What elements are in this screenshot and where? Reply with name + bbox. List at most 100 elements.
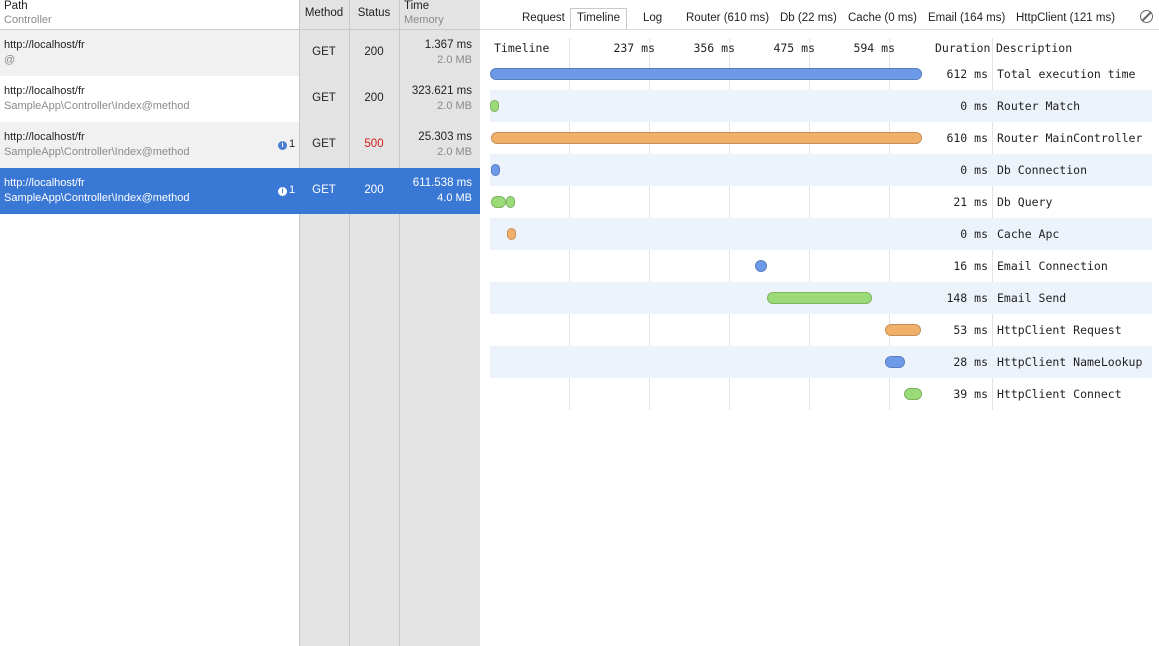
timeline-tick-label: 475 ms xyxy=(773,41,815,55)
timeline-bar xyxy=(490,164,500,176)
info-icon: i xyxy=(278,141,287,150)
timeline-tick-label: 356 ms xyxy=(693,41,735,55)
timeline-duration: 0 ms xyxy=(960,99,988,113)
log-count: 1 xyxy=(289,138,296,150)
timeline-description: Db Query xyxy=(997,195,1053,209)
request-controller: @ xyxy=(4,54,16,66)
timeline-row: 612 ms Total execution time xyxy=(490,58,1152,90)
request-row-selected[interactable]: http://localhost/fr SampleApp\Controller… xyxy=(0,168,480,214)
request-method: GET xyxy=(312,92,336,104)
timeline-tick-label: 594 ms xyxy=(853,41,895,55)
tabs-divider xyxy=(480,29,1159,30)
timeline-description: Email Connection xyxy=(997,259,1108,273)
tab-httpclient[interactable]: HttpClient (121 ms) xyxy=(1016,9,1115,30)
request-url: http://localhost/fr xyxy=(4,177,85,189)
request-controller: SampleApp\Controller\Index@method xyxy=(4,146,190,158)
method-column-header[interactable]: Method xyxy=(299,0,349,30)
request-controller: SampleApp\Controller\Index@method xyxy=(4,192,190,204)
timeline-row: 0 ms Cache Apc xyxy=(490,218,1152,250)
timeline-description: Total execution time xyxy=(997,67,1136,81)
info-icon: i xyxy=(278,187,287,196)
tab-db[interactable]: Db (22 ms) xyxy=(780,9,837,30)
timeline-header: Timeline 237 ms 356 ms 475 ms 594 ms Dur… xyxy=(490,38,1152,58)
tab-router[interactable]: Router (610 ms) xyxy=(686,9,769,30)
request-time: 1.367 ms xyxy=(424,39,472,51)
time-column-header[interactable]: Time Memory xyxy=(404,0,480,30)
timeline-duration: 612 ms xyxy=(946,67,988,81)
log-count: 1 xyxy=(289,184,296,196)
request-memory: 2.0 MB xyxy=(437,100,472,112)
request-row[interactable]: http://localhost/fr SampleApp\Controller… xyxy=(0,122,480,168)
timeline-bar xyxy=(490,132,922,144)
timeline-duration: 53 ms xyxy=(953,323,988,337)
timeline-description: HttpClient NameLookup xyxy=(997,355,1143,369)
tab-request[interactable]: Request xyxy=(522,9,565,30)
timeline-row: 39 ms HttpClient Connect xyxy=(490,378,1152,410)
log-count-badge: i1 xyxy=(278,138,295,150)
timeline-duration: 39 ms xyxy=(953,387,988,401)
request-row[interactable]: http://localhost/fr @ GET 200 1.367 ms 2… xyxy=(0,30,480,76)
controller-header-label: Controller xyxy=(4,14,52,26)
description-column-header: Description xyxy=(996,41,1073,55)
time-header-label: Time xyxy=(404,0,430,12)
path-header-label: Path xyxy=(4,0,28,12)
request-method: GET xyxy=(312,46,336,58)
timeline-duration: 28 ms xyxy=(953,355,988,369)
method-header-label: Method xyxy=(304,7,344,19)
timeline-description: HttpClient Connect xyxy=(997,387,1122,401)
log-count-badge: i1 xyxy=(278,184,295,196)
timeline-bar xyxy=(490,68,922,80)
request-method: GET xyxy=(312,138,336,150)
timeline-tick-label: 237 ms xyxy=(613,41,655,55)
timeline-bar xyxy=(755,260,768,272)
timeline-description: Email Send xyxy=(997,291,1067,305)
duration-column-header: Duration xyxy=(935,41,991,55)
memory-header-label: Memory xyxy=(404,14,444,26)
request-method: GET xyxy=(312,184,336,196)
request-status: 500 xyxy=(364,138,384,150)
timeline-duration: 21 ms xyxy=(953,195,988,209)
tab-log[interactable]: Log xyxy=(643,9,662,30)
request-status: 200 xyxy=(364,92,384,104)
timeline-description: Cache Apc xyxy=(997,227,1060,241)
path-column-header[interactable]: Path Controller xyxy=(4,0,294,30)
tab-email[interactable]: Email (164 ms) xyxy=(928,9,1005,30)
request-url: http://localhost/fr xyxy=(4,131,85,143)
timeline-bar xyxy=(904,388,922,400)
status-header-label: Status xyxy=(357,7,391,19)
detail-tabs: Request Timeline Log Router (610 ms) Db … xyxy=(480,0,1159,30)
tab-cache[interactable]: Cache (0 ms) xyxy=(848,9,917,30)
timeline-row: 53 ms HttpClient Request xyxy=(490,314,1152,346)
timeline-row: 0 ms Router Match xyxy=(490,90,1152,122)
timeline-bar xyxy=(506,228,516,240)
status-column-header[interactable]: Status xyxy=(349,0,399,30)
request-time: 323.621 ms xyxy=(411,85,472,97)
tab-timeline[interactable]: Timeline xyxy=(570,8,628,30)
timeline-bar xyxy=(490,100,499,112)
timeline-row: 0 ms Db Connection xyxy=(490,154,1152,186)
request-url: http://localhost/fr xyxy=(4,85,85,97)
timeline-bar xyxy=(767,292,872,304)
requests-panel: Path Controller Method Status Time Memor… xyxy=(0,0,480,646)
request-url: http://localhost/fr xyxy=(4,39,85,51)
request-controller: SampleApp\Controller\Index@method xyxy=(4,100,190,112)
timeline-description: Db Connection xyxy=(997,163,1088,177)
clear-icon[interactable] xyxy=(1140,10,1153,23)
timeline-duration: 0 ms xyxy=(960,163,988,177)
requests-table-header: Path Controller Method Status Time Memor… xyxy=(0,0,480,30)
timeline-bar xyxy=(884,356,906,368)
request-status: 200 xyxy=(364,46,384,58)
timeline-bar xyxy=(506,196,516,208)
timeline-row: 148 ms Email Send xyxy=(490,282,1152,314)
request-time: 25.303 ms xyxy=(418,131,472,143)
timeline-table: Timeline 237 ms 356 ms 475 ms 594 ms Dur… xyxy=(490,38,1152,410)
request-row[interactable]: http://localhost/fr SampleApp\Controller… xyxy=(0,76,480,122)
timeline-bar xyxy=(884,324,922,336)
timeline-duration: 148 ms xyxy=(946,291,988,305)
timeline-column-header: Timeline xyxy=(494,41,550,55)
timeline-duration: 16 ms xyxy=(953,259,988,273)
request-time: 611.538 ms xyxy=(412,177,472,189)
timeline-row: 610 ms Router MainController xyxy=(490,122,1152,154)
timeline-duration: 610 ms xyxy=(946,131,988,145)
timeline-description: HttpClient Request xyxy=(997,323,1122,337)
